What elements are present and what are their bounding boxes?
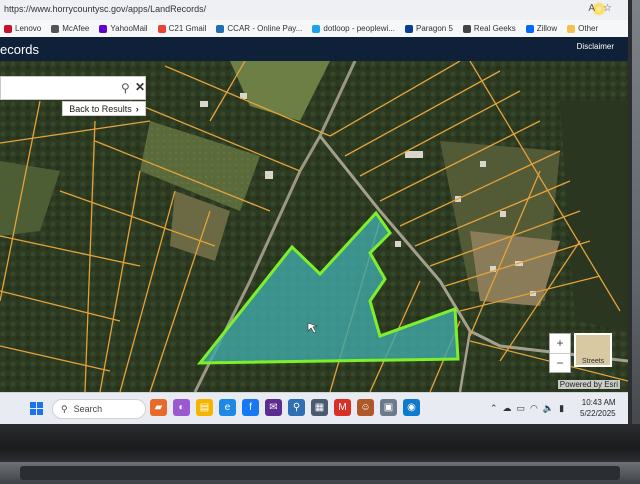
bookmark-icon [462,24,471,33]
bookmark-label: Other [578,24,599,33]
network-app-icon[interactable]: ⚲ [288,399,305,416]
bookmark-icon [216,24,225,33]
bookmark-icon [312,24,321,33]
basemap-label: Streets [582,358,605,365]
toolbar-icons[interactable]: A☆ [588,3,620,14]
taskbar-search[interactable]: ⚲ Search [52,399,146,419]
back-label: Back to Results [69,103,132,114]
bookmark-label: C21 Gmail [168,24,207,33]
person-app-icon[interactable]: ☺ [357,399,374,416]
page-title: ecords [0,42,40,57]
bookmark-icon [4,24,12,33]
facebook-icon[interactable]: f [242,399,259,416]
bookmark-item[interactable]: Paragon 5 [404,24,453,33]
bookmark-item[interactable]: Real Geeks [462,24,516,33]
bookmark-item[interactable]: Zillow [525,24,558,33]
search-icon[interactable]: ⚲ [121,81,130,95]
bookmark-label: McAfee [62,24,90,33]
bookmark-icon [404,24,413,33]
edge-browser-icon[interactable]: ◉ [403,399,420,416]
bookmark-icon [99,24,108,33]
clock[interactable]: 10:43 AM 5/22/2025 [580,397,616,419]
mail-icon[interactable]: ✉ [265,399,282,416]
parcel-search-input[interactable]: ⚲ ✕ [0,76,146,100]
close-icon[interactable]: ✕ [135,80,145,94]
bookmarks-bar: Lenovo McAfee YahooMail C21 Gmail CCAR - Onl… [0,20,628,38]
bookmark-label: Real Geeks [473,24,516,33]
bookmark-icon [157,24,166,33]
copilot-icon[interactable]: ◐ [173,399,190,416]
bookmark-item[interactable]: YahooMail [99,24,148,33]
bookmark-item[interactable]: Lenovo [4,24,41,33]
address-bar[interactable]: https://www.horrycountysc.gov/apps/LandR… [0,0,628,20]
app-header [0,37,628,61]
widgets-icon[interactable]: ▰ [150,399,167,416]
zoom-control: + − [549,333,571,373]
bookmark-label: Paragon 5 [415,24,453,33]
bookmark-item[interactable]: Other [567,24,598,33]
screen: https://www.horrycountysc.gov/apps/LandR… [0,0,632,424]
system-tray[interactable]: ⌃☁▭◠🔈▮ [490,403,569,414]
zoom-out-button[interactable]: − [550,353,570,373]
bookmark-item[interactable]: CCAR - Online Pay... [216,24,302,33]
bookmark-icon [525,24,534,33]
bookmark-item[interactable]: McAfee [51,24,89,33]
bookmark-label: CCAR - Online Pay... [227,24,303,33]
start-button[interactable] [30,402,44,416]
chevron-right-icon: › [135,103,139,114]
edge-icon[interactable]: e [219,399,236,416]
search-icon: ⚲ [61,403,68,414]
file-explorer-icon[interactable]: ▤ [196,399,213,416]
bookmark-item[interactable]: dotloop - peoplewi... [312,24,395,33]
bookmark-icon [567,24,576,33]
back-to-results-button[interactable]: Back to Results › [62,101,146,116]
url-text[interactable]: https://www.horrycountysc.gov/apps/LandR… [4,4,206,14]
bookmark-label: Zillow [536,24,558,33]
disclaimer-link[interactable]: Disclaimer [577,42,614,51]
clock-date: 5/22/2025 [580,409,616,418]
bookmark-label: Lenovo [15,24,42,33]
bookmark-label: YahooMail [110,24,148,33]
photos-icon[interactable]: ▣ [380,399,397,416]
taskbar-search-label: Search [73,404,103,414]
bookmark-icon [51,24,60,33]
app-icon[interactable]: ▦ [311,399,328,416]
taskbar-apps: ▰ ◐ ▤ e f ✉ ⚲ ▦ M ☺ ▣ ◉ [150,399,420,416]
bookmark-label: dotloop - peoplewi... [323,24,395,33]
gmail-icon[interactable]: M [334,399,351,416]
clock-time: 10:43 AM [581,398,616,407]
monitor-base [20,466,620,480]
map-attribution: Powered by Esri [557,380,620,389]
bookmark-item[interactable]: C21 Gmail [157,24,207,33]
zoom-in-button[interactable]: + [550,334,570,353]
